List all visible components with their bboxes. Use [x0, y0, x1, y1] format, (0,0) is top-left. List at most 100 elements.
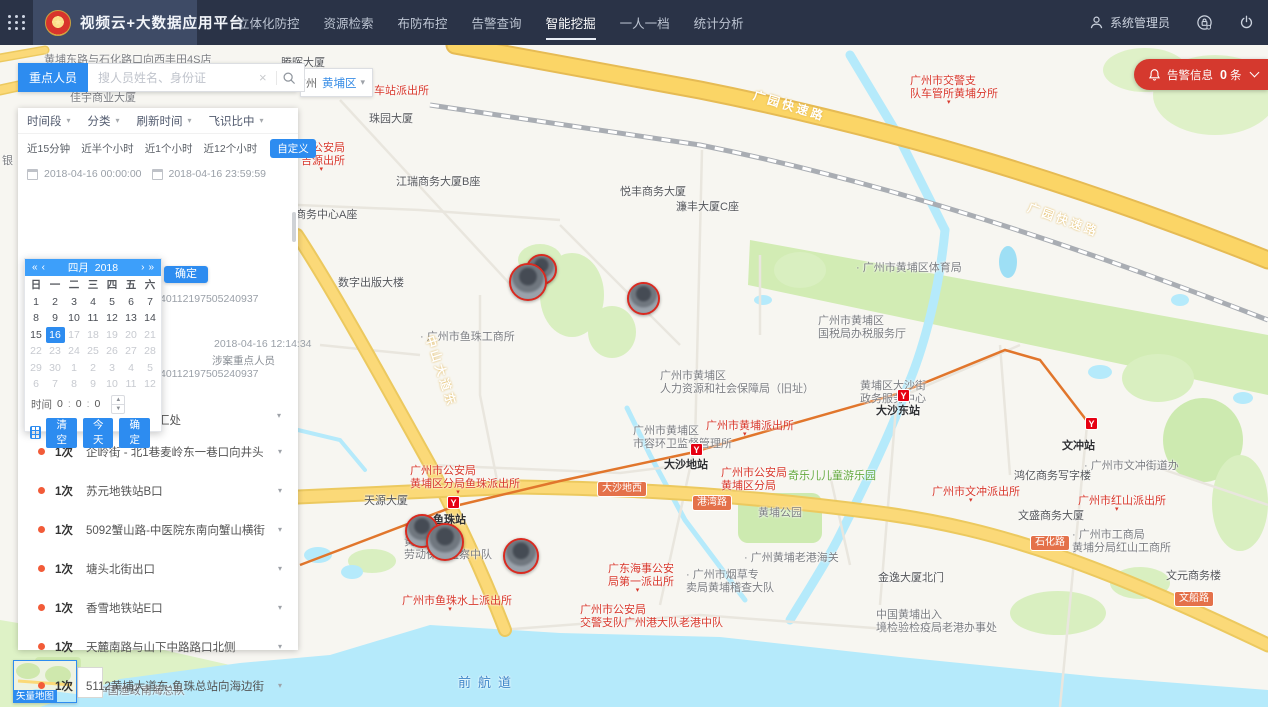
next-month-icon[interactable]: ›: [139, 262, 146, 273]
calendar-day[interactable]: 14: [141, 310, 160, 327]
power-icon[interactable]: [1239, 15, 1254, 30]
nav-item-告警查询[interactable]: 告警查询: [472, 13, 522, 32]
list-item[interactable]: 1次香雪地铁站E口▾: [18, 588, 298, 627]
today-button[interactable]: 今天: [83, 418, 114, 448]
chevron-down-icon[interactable]: [1250, 68, 1260, 78]
calendar-day[interactable]: 5: [103, 294, 122, 311]
metro-station-icon[interactable]: Y: [690, 443, 703, 456]
calendar-day[interactable]: 13: [122, 310, 141, 327]
calendar-day[interactable]: 1: [27, 294, 46, 311]
search-input[interactable]: [96, 70, 255, 86]
calendar-grid-icon[interactable]: [30, 426, 41, 439]
nav-item-立体化防控[interactable]: 立体化防控: [237, 13, 300, 32]
alert-banner[interactable]: 告警信息 0 条: [1134, 59, 1268, 90]
calendar-day[interactable]: 23: [46, 343, 65, 360]
calendar-day[interactable]: 22: [27, 343, 46, 360]
calendar-day[interactable]: 4: [122, 360, 141, 377]
chevron-down-icon[interactable]: ▾: [278, 447, 282, 456]
calendar-day[interactable]: 6: [122, 294, 141, 311]
user-menu[interactable]: 系统管理员: [1089, 14, 1170, 31]
apps-grid-icon[interactable]: [0, 0, 33, 45]
nav-item-资源检索[interactable]: 资源检索: [324, 13, 374, 32]
start-datetime[interactable]: 2018-04-16 00:00:00: [44, 168, 142, 180]
confirm-button[interactable]: 确定: [164, 266, 208, 283]
list-item[interactable]: 1次5092蟹山路-中医院东南向蟹山横街▾: [18, 510, 298, 549]
security-lock-icon[interactable]: [1196, 14, 1213, 31]
calendar-day[interactable]: 12: [103, 310, 122, 327]
search-icon[interactable]: [282, 71, 296, 85]
calendar-icon[interactable]: [152, 169, 163, 180]
chevron-down-icon[interactable]: ▾: [278, 681, 282, 690]
list-item[interactable]: 1次塘头北街出口▾: [18, 549, 298, 588]
calendar-day[interactable]: 3: [65, 294, 84, 311]
calendar-day[interactable]: 25: [84, 343, 103, 360]
nav-item-智能挖掘[interactable]: 智能挖掘: [546, 13, 596, 32]
calendar-day[interactable]: 6: [27, 376, 46, 393]
nav-item-一人一档[interactable]: 一人一档: [620, 13, 670, 32]
person-photo-marker[interactable]: [627, 282, 660, 315]
calendar-day[interactable]: 29: [27, 360, 46, 377]
calendar-day[interactable]: 2: [46, 294, 65, 311]
calendar-day[interactable]: 12: [141, 376, 160, 393]
chevron-down-icon[interactable]: ▾: [278, 486, 282, 495]
time-minute[interactable]: 0: [76, 398, 82, 410]
spinner-down-icon[interactable]: ▼: [112, 405, 124, 413]
calendar-day[interactable]: 8: [27, 310, 46, 327]
calendar-day[interactable]: 27: [122, 343, 141, 360]
calendar-icon[interactable]: [27, 169, 38, 180]
calendar-day[interactable]: 11: [122, 376, 141, 393]
list-item[interactable]: 1次5112黄埔大道东-鱼珠总站向海边街（全）▾: [18, 666, 298, 705]
calendar-day[interactable]: 2: [84, 360, 103, 377]
filter-时间段[interactable]: 时间段▾: [27, 113, 71, 129]
calendar-day[interactable]: 1: [65, 360, 84, 377]
calendar-day[interactable]: 16: [46, 327, 65, 344]
clear-icon[interactable]: ×: [255, 70, 271, 85]
time-hour[interactable]: 0: [57, 398, 63, 410]
quick-range-近12个小时[interactable]: 近12个小时: [204, 141, 258, 156]
calendar-day[interactable]: 5: [141, 360, 160, 377]
person-photo-marker[interactable]: [509, 263, 547, 301]
quick-range-近半个小时[interactable]: 近半个小时: [81, 141, 134, 156]
nav-item-统计分析[interactable]: 统计分析: [694, 13, 744, 32]
calendar-day[interactable]: 9: [84, 376, 103, 393]
quick-range-近1个小时[interactable]: 近1个小时: [145, 141, 193, 156]
prev-month-icon[interactable]: ‹: [40, 262, 47, 273]
calendar-day[interactable]: 3: [103, 360, 122, 377]
filter-分类[interactable]: 分类▾: [88, 113, 120, 129]
region-dropdown[interactable]: 广州 黄埔区 ▾: [300, 68, 373, 97]
metro-station-icon[interactable]: Y: [447, 496, 460, 509]
calendar-day[interactable]: 11: [84, 310, 103, 327]
calendar-day[interactable]: 17: [65, 327, 84, 344]
tab-key-person[interactable]: 重点人员: [18, 63, 88, 92]
calendar-day[interactable]: 15: [27, 327, 46, 344]
calendar-day[interactable]: 30: [46, 360, 65, 377]
filter-飞识比中[interactable]: 飞识比中▾: [209, 113, 264, 129]
calendar-day[interactable]: 28: [141, 343, 160, 360]
next-year-icon[interactable]: »: [146, 262, 156, 273]
chevron-down-icon[interactable]: ▾: [278, 525, 282, 534]
calendar-day[interactable]: 19: [103, 327, 122, 344]
chevron-down-icon[interactable]: ▾: [278, 642, 282, 651]
calendar-day[interactable]: 10: [65, 310, 84, 327]
spinner-up-icon[interactable]: ▲: [112, 396, 124, 405]
chevron-down-icon[interactable]: ▾: [277, 411, 281, 420]
calendar-day[interactable]: 7: [46, 376, 65, 393]
calendar-day[interactable]: 10: [103, 376, 122, 393]
quick-range-近15分钟[interactable]: 近15分钟: [27, 141, 70, 156]
nav-item-布防布控[interactable]: 布防布控: [398, 13, 448, 32]
calendar-day[interactable]: 7: [141, 294, 160, 311]
panel-scrollbar[interactable]: [292, 212, 296, 242]
person-photo-marker[interactable]: [503, 538, 539, 574]
filter-刷新时间[interactable]: 刷新时间▾: [137, 113, 192, 129]
calendar-day[interactable]: 21: [141, 327, 160, 344]
calendar-day[interactable]: 9: [46, 310, 65, 327]
calendar-day[interactable]: 24: [65, 343, 84, 360]
person-photo-marker[interactable]: [426, 523, 464, 561]
clear-button[interactable]: 清空: [46, 418, 77, 448]
metro-station-icon[interactable]: Y: [897, 389, 910, 402]
calendar-day[interactable]: 4: [84, 294, 103, 311]
end-datetime[interactable]: 2018-04-16 23:59:59: [169, 168, 267, 180]
calendar-title[interactable]: 四月 2018: [47, 260, 139, 275]
chevron-down-icon[interactable]: ▾: [278, 603, 282, 612]
prev-year-icon[interactable]: «: [30, 262, 40, 273]
